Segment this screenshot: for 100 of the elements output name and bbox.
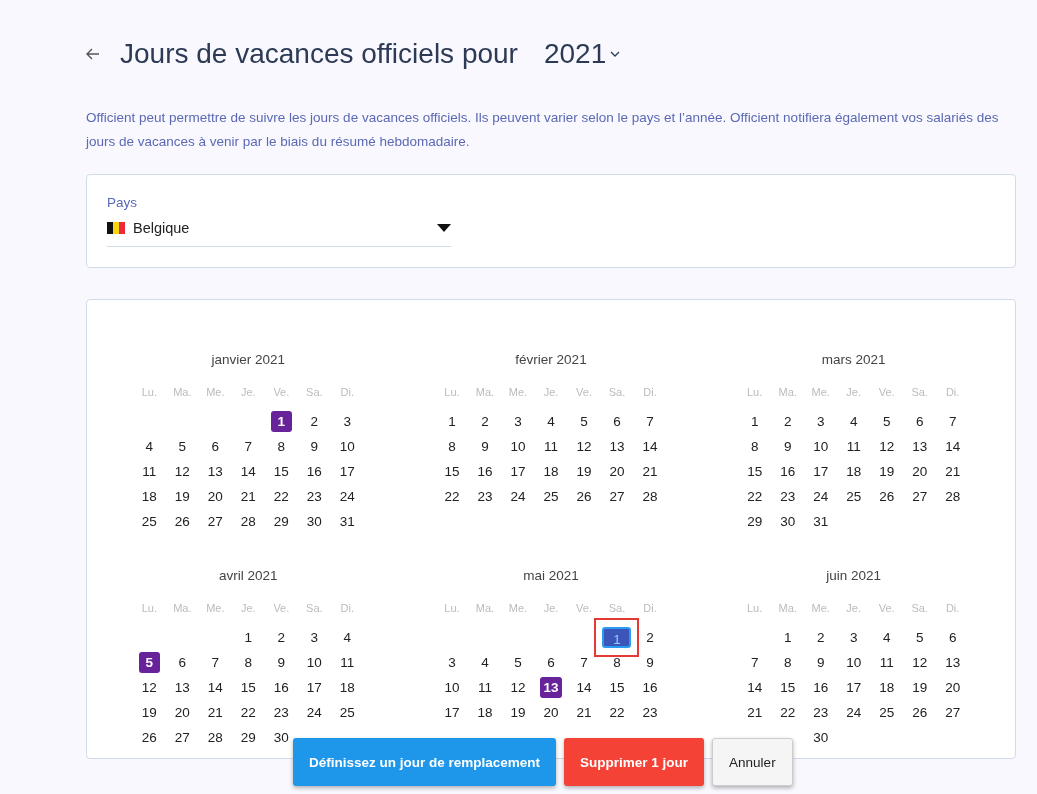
calendar-day[interactable]: 19 <box>909 677 931 698</box>
calendar-day[interactable]: 4 <box>474 652 496 673</box>
country-select[interactable]: Belgique <box>107 220 451 247</box>
calendar-day[interactable]: 12 <box>138 677 160 698</box>
calendar-day[interactable]: 26 <box>138 727 160 748</box>
calendar-day[interactable]: 13 <box>909 436 931 457</box>
calendar-day[interactable]: 30 <box>810 727 832 748</box>
calendar-day[interactable]: 9 <box>639 652 661 673</box>
calendar-day[interactable]: 10 <box>336 436 358 457</box>
calendar-day[interactable]: 5 <box>171 436 193 457</box>
calendar-day[interactable]: 28 <box>204 727 226 748</box>
calendar-day[interactable]: 9 <box>270 652 292 673</box>
calendar-day[interactable]: 28 <box>237 511 259 532</box>
calendar-day[interactable]: 26 <box>171 511 193 532</box>
calendar-day[interactable]: 14 <box>573 677 595 698</box>
calendar-day[interactable]: 27 <box>204 511 226 532</box>
calendar-day[interactable]: 3 <box>336 411 358 432</box>
calendar-day[interactable]: 15 <box>606 677 628 698</box>
calendar-day[interactable]: 8 <box>606 652 628 673</box>
calendar-day[interactable]: 12 <box>909 652 931 673</box>
calendar-day[interactable]: 10 <box>441 677 463 698</box>
calendar-day[interactable]: 4 <box>138 436 160 457</box>
calendar-day[interactable]: 22 <box>441 486 463 507</box>
calendar-day[interactable]: 27 <box>606 486 628 507</box>
calendar-day[interactable]: 6 <box>909 411 931 432</box>
calendar-day[interactable]: 2 <box>270 627 292 648</box>
calendar-day[interactable]: 15 <box>270 461 292 482</box>
calendar-day[interactable]: 9 <box>777 436 799 457</box>
calendar-day[interactable]: 26 <box>909 702 931 723</box>
calendar-day[interactable]: 9 <box>474 436 496 457</box>
calendar-day[interactable]: 26 <box>876 486 898 507</box>
calendar-day[interactable]: 19 <box>138 702 160 723</box>
calendar-day[interactable]: 30 <box>303 511 325 532</box>
calendar-day[interactable]: 11 <box>540 436 562 457</box>
calendar-day[interactable]: 16 <box>474 461 496 482</box>
calendar-day[interactable]: 28 <box>942 486 964 507</box>
calendar-day[interactable]: 21 <box>744 702 766 723</box>
selected-day[interactable]: 1 <box>602 627 632 648</box>
calendar-day[interactable]: 18 <box>540 461 562 482</box>
calendar-day[interactable]: 27 <box>942 702 964 723</box>
calendar-day[interactable]: 4 <box>843 411 865 432</box>
calendar-day[interactable]: 29 <box>237 727 259 748</box>
calendar-day[interactable]: 13 <box>942 652 964 673</box>
calendar-day[interactable]: 20 <box>942 677 964 698</box>
calendar-day[interactable]: 18 <box>474 702 496 723</box>
calendar-day[interactable]: 16 <box>270 677 292 698</box>
calendar-day[interactable]: 17 <box>336 461 358 482</box>
calendar-day[interactable]: 19 <box>171 486 193 507</box>
calendar-day[interactable]: 18 <box>336 677 358 698</box>
calendar-day[interactable]: 17 <box>303 677 325 698</box>
calendar-day[interactable]: 13 <box>606 436 628 457</box>
calendar-day[interactable]: 3 <box>303 627 325 648</box>
calendar-day[interactable]: 6 <box>171 652 193 673</box>
calendar-day[interactable]: 25 <box>138 511 160 532</box>
calendar-day[interactable]: 20 <box>909 461 931 482</box>
calendar-day[interactable]: 23 <box>474 486 496 507</box>
holiday-day[interactable]: 13 <box>540 677 562 698</box>
calendar-day[interactable]: 7 <box>237 436 259 457</box>
calendar-day[interactable]: 8 <box>237 652 259 673</box>
calendar-day[interactable]: 4 <box>876 627 898 648</box>
calendar-day[interactable]: 24 <box>336 486 358 507</box>
calendar-day[interactable]: 22 <box>606 702 628 723</box>
calendar-day[interactable]: 1 <box>777 627 799 648</box>
calendar-day[interactable]: 1 <box>237 627 259 648</box>
calendar-day[interactable]: 25 <box>843 486 865 507</box>
calendar-day[interactable]: 21 <box>573 702 595 723</box>
calendar-day[interactable]: 14 <box>639 436 661 457</box>
calendar-day[interactable]: 15 <box>777 677 799 698</box>
calendar-day[interactable]: 10 <box>810 436 832 457</box>
calendar-day[interactable]: 14 <box>942 436 964 457</box>
calendar-day[interactable]: 21 <box>942 461 964 482</box>
calendar-day[interactable]: 31 <box>810 511 832 532</box>
calendar-day[interactable]: 22 <box>270 486 292 507</box>
calendar-day[interactable]: 16 <box>639 677 661 698</box>
calendar-day[interactable]: 18 <box>876 677 898 698</box>
calendar-day[interactable]: 7 <box>942 411 964 432</box>
calendar-day[interactable]: 23 <box>303 486 325 507</box>
calendar-day[interactable]: 22 <box>237 702 259 723</box>
calendar-day[interactable]: 2 <box>777 411 799 432</box>
calendar-day[interactable]: 20 <box>171 702 193 723</box>
calendar-day[interactable]: 7 <box>204 652 226 673</box>
calendar-day[interactable]: 23 <box>810 702 832 723</box>
calendar-day[interactable]: 18 <box>843 461 865 482</box>
calendar-day[interactable]: 1 <box>744 411 766 432</box>
calendar-day[interactable]: 11 <box>138 461 160 482</box>
calendar-day[interactable]: 29 <box>744 511 766 532</box>
calendar-day[interactable]: 2 <box>303 411 325 432</box>
calendar-day[interactable]: 30 <box>270 727 292 748</box>
calendar-day[interactable]: 12 <box>876 436 898 457</box>
calendar-day[interactable]: 5 <box>909 627 931 648</box>
calendar-day[interactable]: 24 <box>843 702 865 723</box>
delete-button[interactable]: Supprimer 1 jour <box>564 738 705 786</box>
calendar-day[interactable]: 26 <box>573 486 595 507</box>
calendar-day[interactable]: 17 <box>507 461 529 482</box>
calendar-day[interactable]: 7 <box>639 411 661 432</box>
calendar-day[interactable]: 31 <box>336 511 358 532</box>
calendar-day[interactable]: 19 <box>573 461 595 482</box>
calendar-day[interactable]: 11 <box>474 677 496 698</box>
calendar-day[interactable]: 20 <box>540 702 562 723</box>
holiday-day[interactable]: 1 <box>270 411 292 432</box>
